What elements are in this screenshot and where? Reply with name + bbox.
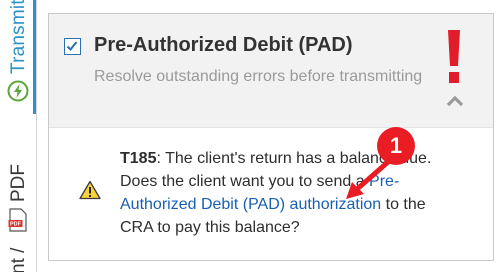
pdf-file-icon: PDF	[8, 208, 28, 232]
lightning-icon	[7, 80, 29, 102]
chevron-up-icon[interactable]	[446, 94, 464, 107]
checkmark-icon	[66, 41, 78, 51]
tab-transmit[interactable]: Transmit	[0, 0, 36, 112]
sidebar: Transmit PDF PDF nt /	[0, 0, 37, 272]
card-title: Pre-Authorized Debit (PAD)	[94, 34, 353, 56]
exclamation-icon	[446, 30, 462, 84]
card-header[interactable]: Pre-Authorized Debit (PAD) Resolve outst…	[49, 14, 493, 128]
tab-print-label: nt /	[8, 247, 29, 272]
card-body: T185: The client's return has a balance …	[49, 128, 493, 260]
error-code: T185	[120, 150, 157, 167]
pad-checkbox[interactable]	[64, 38, 81, 55]
card-subtitle: Resolve outstanding errors before transm…	[94, 68, 423, 85]
svg-text:PDF: PDF	[10, 222, 22, 228]
warning-icon	[79, 180, 101, 200]
active-tab-indicator	[33, 0, 36, 114]
tab-transmit-label: Transmit	[8, 0, 29, 74]
error-message: T185: The client's return has a balance …	[120, 147, 460, 239]
tab-pdf-label: PDF	[8, 164, 29, 202]
callout-badge: 1	[377, 127, 415, 165]
tab-pdf[interactable]: PDF PDF nt /	[0, 140, 36, 272]
pad-error-card: Pre-Authorized Debit (PAD) Resolve outst…	[48, 13, 494, 261]
